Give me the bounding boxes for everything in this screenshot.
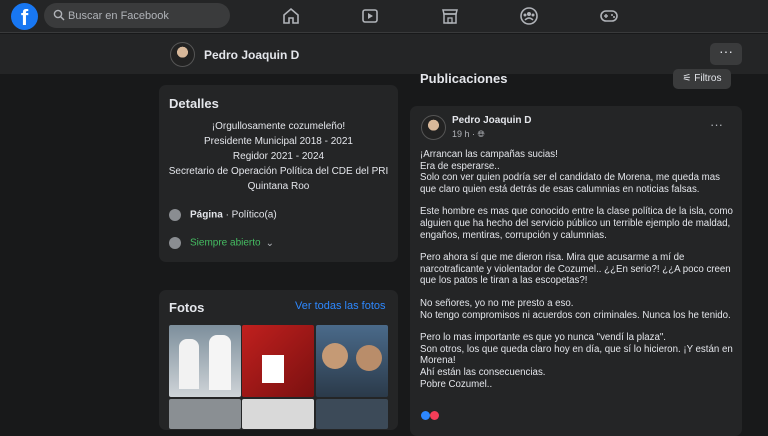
bio-text: ¡Orgullosamente cozumeleño! Presidente M… (159, 119, 398, 194)
hours-status: Siempre abierto (190, 237, 261, 249)
photo-thumbnail[interactable] (242, 399, 314, 429)
filter-icon: ⚟ (682, 73, 692, 84)
gaming-icon[interactable] (599, 6, 619, 26)
bio-line: Presidente Municipal 2018 - 2021 (204, 136, 353, 147)
page-label: Página (190, 209, 223, 221)
clock-icon (169, 237, 181, 249)
groups-icon[interactable] (519, 6, 539, 26)
bio-line: Quintana Roo (247, 181, 310, 192)
see-all-photos-link[interactable]: Ver todas las fotos (295, 300, 386, 312)
page-category: · Político(a) (222, 209, 277, 221)
post-paragraph: Pero ahora sí que me dieron risa. Mira q… (420, 252, 731, 287)
photo-thumbnail[interactable] (316, 399, 388, 429)
home-icon[interactable] (281, 6, 301, 26)
facebook-logo-icon[interactable]: f (11, 3, 38, 30)
posts-title: Publicaciones (420, 71, 508, 86)
photos-card: Fotos Ver todas las fotos (159, 290, 398, 430)
photo-thumbnail[interactable] (242, 325, 314, 397)
reactions-bar[interactable] (421, 411, 439, 422)
photo-thumbnail[interactable] (169, 325, 241, 397)
bio-line: Secretario de Operación Política del CDE… (168, 166, 389, 177)
post-paragraph: Este hombre es mas que conocido entre la… (420, 206, 733, 241)
marketplace-icon[interactable] (440, 6, 460, 26)
globe-icon: 🌐︎ (477, 129, 485, 139)
post-author-name[interactable]: Pedro Joaquin D (452, 115, 531, 126)
page-category-row: Página · Político(a) (169, 209, 277, 221)
details-card: Detalles ¡Orgullosamente cozumeleño! Pre… (159, 85, 398, 262)
profile-more-button[interactable]: ··· (710, 43, 742, 65)
bio-line: ¡Orgullosamente cozumeleño! (211, 121, 346, 132)
hours-row[interactable]: Siempre abierto ⌄ (169, 237, 274, 249)
chevron-down-icon: ⌄ (265, 237, 274, 249)
post-paragraph: Pero lo mas importante es que yo nunca "… (420, 332, 733, 390)
details-title: Detalles (169, 96, 219, 111)
profile-bar: Pedro Joaquin D ··· (0, 34, 768, 74)
post-body: ¡Arrancan las campañas sucias! Era de es… (420, 149, 738, 401)
info-icon (169, 209, 181, 221)
filters-label: Filtros (694, 73, 722, 84)
photo-thumbnail[interactable] (169, 399, 241, 429)
profile-avatar[interactable] (170, 42, 195, 67)
search-input[interactable] (68, 3, 223, 28)
post-time-text: 19 h · (452, 129, 476, 139)
filters-button[interactable]: ⚟ Filtros (673, 69, 731, 89)
post-paragraph: No señores, yo no me presto a eso. No te… (420, 297, 731, 321)
photos-title: Fotos (169, 300, 205, 315)
post-paragraph: ¡Arrancan las campañas sucias! Era de es… (420, 149, 720, 195)
watch-video-icon[interactable] (360, 6, 380, 26)
top-navigation-bar: f (0, 0, 768, 33)
profile-name[interactable]: Pedro Joaquin D (204, 48, 299, 62)
search-box[interactable] (44, 3, 230, 28)
search-icon (53, 9, 65, 21)
post-more-options-icon[interactable]: ··· (710, 117, 723, 132)
bio-line: Regidor 2021 - 2024 (232, 151, 325, 162)
post-card: Pedro Joaquin D 19 h · 🌐︎ ··· ¡Arrancan … (410, 106, 742, 436)
photo-thumbnail[interactable] (316, 325, 388, 397)
post-timestamp[interactable]: 19 h · 🌐︎ (452, 129, 485, 140)
post-author-avatar[interactable] (421, 115, 446, 140)
